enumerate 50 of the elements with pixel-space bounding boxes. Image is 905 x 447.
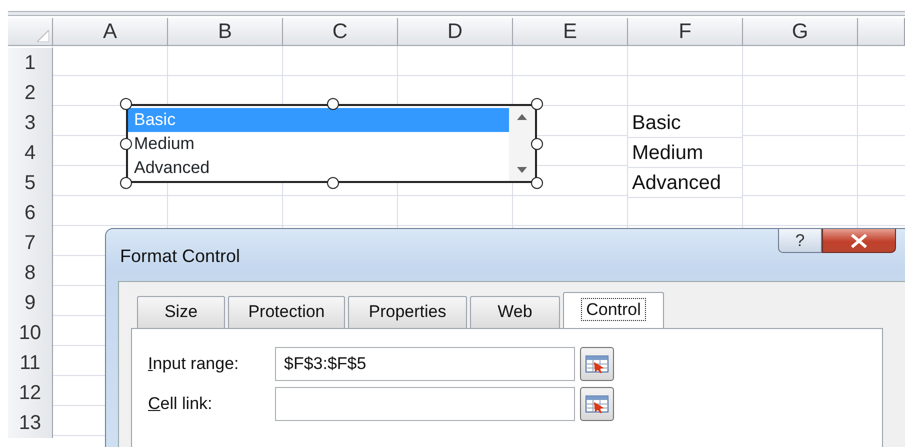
selection-handle[interactable] — [120, 98, 132, 110]
tab[interactable]: Control — [563, 292, 664, 328]
help-button[interactable]: ? — [778, 229, 822, 253]
list-item[interactable]: Advanced — [128, 156, 509, 180]
range-select-icon — [585, 354, 609, 374]
list-item[interactable]: Medium — [128, 132, 509, 156]
input-field[interactable] — [275, 387, 575, 421]
row-header[interactable]: 4 — [8, 138, 53, 168]
scroll-down-icon[interactable] — [517, 167, 527, 173]
input-field[interactable]: $F$3:$F$5 — [275, 347, 575, 381]
column-header[interactable]: A — [53, 18, 168, 46]
row-header[interactable]: 12 — [8, 378, 53, 408]
tab[interactable]: Web — [470, 296, 560, 328]
selection-handle[interactable] — [531, 98, 543, 110]
row-header[interactable]: 8 — [8, 258, 53, 288]
dialog-title: Format Control — [120, 245, 240, 268]
row-header[interactable]: 3 — [8, 108, 53, 138]
field-label: Input range: — [148, 353, 240, 376]
column-header[interactable]: G — [743, 18, 858, 46]
list-box[interactable]: Basic Medium Advanced — [126, 104, 537, 183]
field-label: Cell link: — [148, 393, 214, 416]
range-select-button[interactable] — [580, 347, 614, 381]
range-select-button[interactable] — [580, 387, 614, 421]
column-header[interactable]: E — [513, 18, 628, 46]
selection-handle[interactable] — [120, 177, 132, 189]
selection-handle[interactable] — [531, 138, 543, 150]
column-header[interactable]: D — [398, 18, 513, 46]
selection-handle[interactable] — [327, 98, 339, 110]
row-header[interactable]: 7 — [8, 228, 53, 258]
row-header[interactable]: 9 — [8, 288, 53, 318]
close-icon — [850, 234, 868, 248]
close-button[interactable] — [822, 229, 896, 253]
row-header[interactable]: 6 — [8, 198, 53, 228]
tab[interactable]: Size — [137, 296, 225, 328]
column-header[interactable]: C — [283, 18, 398, 46]
row-header[interactable]: 1 — [8, 48, 53, 78]
row-header[interactable]: 11 — [8, 348, 53, 378]
scroll-up-icon[interactable] — [517, 114, 527, 120]
tab[interactable]: Properties — [348, 296, 467, 328]
selection-handle[interactable] — [327, 177, 339, 189]
selection-handle[interactable] — [531, 177, 543, 189]
selection-handle[interactable] — [120, 138, 132, 150]
row-header[interactable]: 13 — [8, 408, 53, 438]
row-header[interactable]: 10 — [8, 318, 53, 348]
row-header[interactable]: 5 — [8, 168, 53, 198]
column-header[interactable]: B — [168, 18, 283, 46]
tab[interactable]: Protection — [228, 296, 345, 328]
range-select-icon — [585, 394, 609, 414]
row-header[interactable]: 2 — [8, 78, 53, 108]
column-header[interactable]: F — [628, 18, 743, 46]
